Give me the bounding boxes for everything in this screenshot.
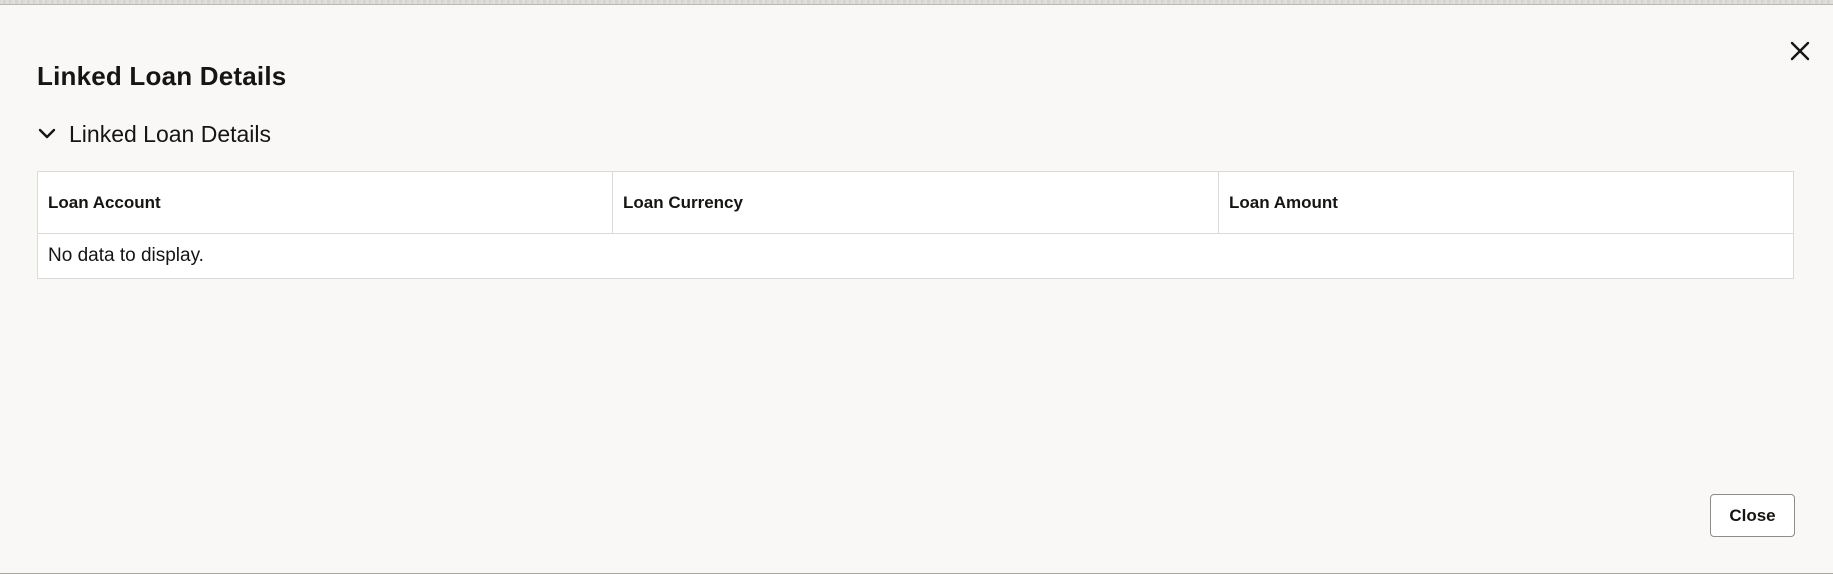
linked-loan-details-dialog: Linked Loan Details Linked Loan Details …: [0, 4, 1833, 574]
chevron-down-icon: [37, 124, 57, 144]
column-header-loan-account[interactable]: Loan Account: [38, 172, 613, 233]
table-header-row: Loan Account Loan Currency Loan Amount: [38, 172, 1793, 234]
section-title: Linked Loan Details: [69, 120, 272, 147]
column-header-loan-currency[interactable]: Loan Currency: [613, 172, 1219, 233]
linked-loans-table: Loan Account Loan Currency Loan Amount N…: [37, 171, 1794, 279]
column-header-loan-amount[interactable]: Loan Amount: [1219, 172, 1793, 233]
close-button[interactable]: Close: [1710, 494, 1795, 537]
section-header-linked-loan-details[interactable]: Linked Loan Details: [37, 119, 271, 149]
close-icon[interactable]: [1786, 37, 1814, 65]
dialog-title: Linked Loan Details: [37, 61, 287, 91]
table-empty-message: No data to display.: [48, 245, 204, 266]
